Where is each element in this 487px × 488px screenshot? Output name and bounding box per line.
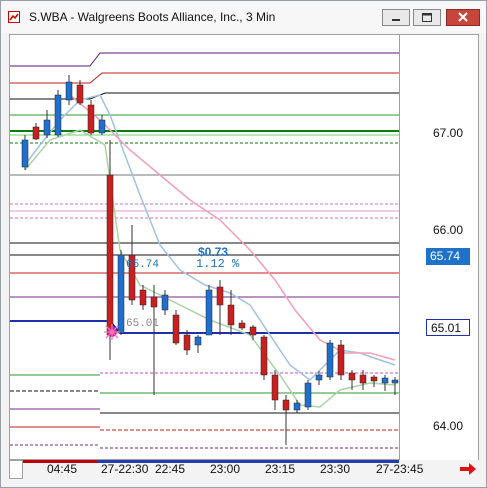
- candle-body: [216, 286, 224, 306]
- scroll-handle[interactable]: [9, 460, 23, 479]
- maximize-button[interactable]: [413, 9, 441, 26]
- current-price-tag: 65.74: [426, 248, 470, 265]
- time-label: 23:30: [320, 462, 351, 476]
- candle-body: [43, 119, 51, 136]
- title-bar[interactable]: S.WBA - Walgreens Boots Alliance, Inc., …: [1, 1, 486, 33]
- time-label: 04:45: [47, 462, 78, 476]
- candle-body: [238, 322, 246, 329]
- candle-body: [54, 94, 62, 136]
- minimize-button[interactable]: [382, 9, 410, 26]
- candle-body: [271, 374, 279, 401]
- candle-body: [348, 372, 356, 381]
- time-label: 23:15: [265, 462, 296, 476]
- candle-body: [76, 84, 84, 104]
- minimize-icon: [392, 19, 400, 21]
- session-bar-current: [97, 460, 399, 463]
- candle-body: [337, 344, 345, 376]
- candle-body: [381, 377, 389, 384]
- candle-body: [106, 174, 114, 336]
- candle-body: [326, 342, 334, 378]
- candle-body: [161, 294, 169, 311]
- candle-body: [183, 334, 191, 351]
- candle-body: [370, 376, 378, 382]
- moving-average-blue: [24, 94, 396, 381]
- candle-body: [205, 289, 213, 336]
- candle-body: [150, 296, 158, 308]
- maximize-icon: [422, 13, 432, 22]
- candle-body: [359, 374, 367, 384]
- close-button[interactable]: [446, 9, 480, 26]
- candle-body: [260, 336, 268, 376]
- candle-body: [249, 326, 257, 336]
- price-tick: 64.00: [433, 419, 464, 433]
- price-axis[interactable]: 67.00 66.00 64.00 65.74 65.01: [400, 34, 479, 460]
- session-bar-previous: [23, 460, 97, 463]
- level-price-tag: 65.01: [426, 319, 470, 336]
- candle-body: [315, 374, 323, 381]
- chart-window: S.WBA - Walgreens Boots Alliance, Inc., …: [0, 0, 487, 488]
- time-label: 22:45: [155, 462, 186, 476]
- candle-body: [139, 289, 147, 306]
- red-arrow-right-icon[interactable]: [459, 462, 477, 476]
- price-chart[interactable]: $0.73 1.12 % 65.74 65.01: [9, 34, 400, 460]
- signal-star-icon: [104, 324, 120, 340]
- candle-body: [172, 314, 180, 344]
- candle-body: [32, 126, 40, 140]
- candle-body: [293, 402, 301, 411]
- candle-body: [117, 254, 125, 334]
- window-title: S.WBA - Walgreens Boots Alliance, Inc., …: [29, 10, 276, 24]
- candle-body: [304, 382, 312, 408]
- level-low-label: 65.01: [126, 318, 159, 330]
- time-label: 27-23:45: [376, 462, 424, 476]
- candle-body: [21, 139, 29, 168]
- candle-body: [98, 119, 106, 134]
- time-axis[interactable]: 04:45 27-22:30 22:45 23:00 23:15 23:30 2…: [9, 460, 479, 480]
- chart-canvas: $0.73 1.12 % 65.74 65.01: [10, 52, 399, 449]
- time-label: 23:00: [210, 462, 241, 476]
- candle-body: [87, 104, 95, 134]
- candle-body: [391, 379, 399, 384]
- level-high-label: 65.74: [126, 259, 159, 271]
- close-icon: [458, 12, 468, 22]
- candle-body: [282, 399, 290, 411]
- chart-window-icon: [8, 11, 20, 23]
- candle-body: [227, 304, 235, 326]
- move-percent-label: 1.12 %: [196, 257, 240, 271]
- price-tick: 66.00: [433, 223, 464, 237]
- price-tick: 67.00: [433, 126, 464, 140]
- time-label: 27-22:30: [101, 462, 149, 476]
- candle-body: [194, 336, 202, 346]
- candle-body: [65, 81, 73, 101]
